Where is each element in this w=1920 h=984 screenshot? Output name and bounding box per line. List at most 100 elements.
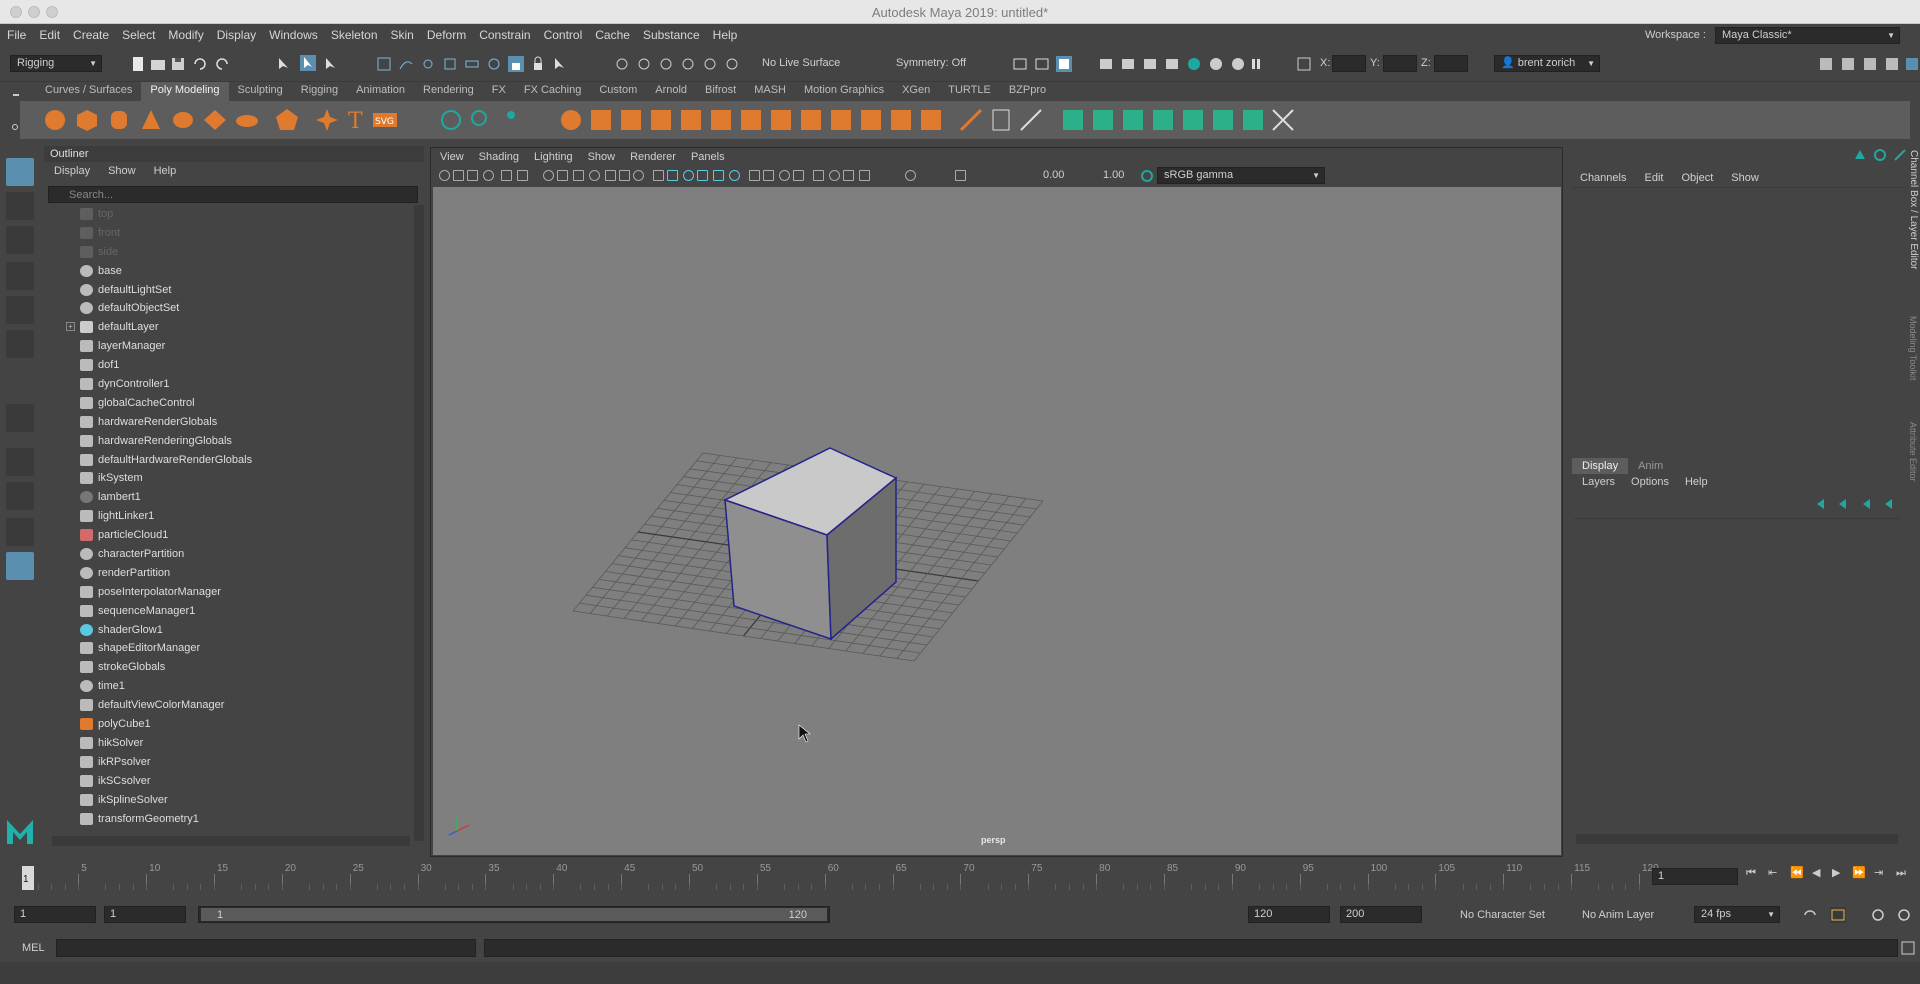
insert-edge-loop-icon[interactable] [988, 107, 1014, 133]
range-slider-handle[interactable] [201, 908, 827, 921]
uv-unfold-icon[interactable] [1180, 107, 1206, 133]
viewport-menu-renderer[interactable]: Renderer [621, 148, 682, 163]
tab-xgen[interactable]: XGen [893, 82, 939, 101]
input-field-icon[interactable] [1034, 56, 1050, 72]
x-field[interactable] [1332, 55, 1366, 72]
select-object-icon[interactable] [300, 55, 316, 71]
uv-planar-icon[interactable] [1060, 107, 1086, 133]
viewport-menu-view[interactable]: View [431, 148, 470, 163]
channel-menu-object[interactable]: Object [1671, 147, 1721, 184]
menu-help[interactable]: Help [706, 24, 744, 42]
list-item[interactable]: ikSystem [44, 469, 414, 488]
uv-automatic-icon[interactable] [1150, 107, 1176, 133]
uv-editor-icon[interactable] [1210, 107, 1236, 133]
viewport-menu-lighting[interactable]: Lighting [525, 148, 579, 163]
scale-tool-icon[interactable] [6, 330, 34, 358]
tab-sculpting[interactable]: Sculpting [229, 82, 292, 101]
super-shape-icon[interactable] [314, 107, 340, 133]
list-item[interactable]: ikSplineSolver [44, 791, 414, 810]
poly-plane-icon[interactable] [202, 107, 228, 133]
render-current-icon[interactable] [1120, 56, 1136, 72]
shelf-options[interactable] [12, 84, 20, 142]
side-tab-modeling-toolkit[interactable]: Modeling Toolkit [1908, 316, 1918, 380]
backface-culling-icon[interactable] [859, 170, 870, 181]
menu-edit[interactable]: Edit [32, 24, 66, 42]
lasso-tool-icon[interactable] [6, 192, 34, 220]
channel-box-icon[interactable] [1884, 56, 1900, 72]
x-ray-icon[interactable] [829, 170, 840, 181]
outliner-horizontal-scrollbar[interactable] [52, 836, 410, 846]
list-item[interactable]: defaultViewColorManager [44, 696, 414, 715]
safe-title-icon[interactable] [633, 170, 644, 181]
move-layer-up-icon[interactable] [1814, 496, 1830, 512]
expand-icon[interactable]: + [66, 322, 75, 332]
mirror-icon[interactable] [438, 107, 464, 133]
arnold-render-icon[interactable] [1208, 56, 1224, 72]
outliner-search-input[interactable]: Search... [48, 186, 418, 203]
save-scene-icon[interactable] [170, 56, 186, 72]
list-item[interactable]: ikSCsolver [44, 772, 414, 791]
snap-view-plane-icon[interactable] [464, 56, 480, 72]
grease-pencil-icon[interactable] [517, 170, 528, 181]
screen-space-ao-icon[interactable] [749, 170, 760, 181]
tab-bifrost[interactable]: Bifrost [696, 82, 745, 101]
menu-select[interactable]: Select [115, 24, 161, 42]
render-view-icon[interactable] [1098, 56, 1114, 72]
image-plane-icon[interactable] [483, 170, 494, 181]
list-item[interactable]: defaultObjectSet [44, 299, 414, 318]
menu-control[interactable]: Control [537, 24, 589, 42]
grid-icon[interactable] [543, 170, 554, 181]
gate-mask-icon[interactable] [589, 170, 600, 181]
list-item[interactable]: shapeEditorManager [44, 639, 414, 658]
list-item[interactable]: front [44, 224, 414, 243]
textured-icon[interactable] [697, 170, 708, 181]
select-camera-icon[interactable] [439, 170, 450, 181]
viewport-menu-panels[interactable]: Panels [682, 148, 731, 163]
pause-icon[interactable] [1248, 56, 1264, 72]
tab-poly-modeling[interactable]: Poly Modeling [141, 82, 229, 101]
go-to-end-icon[interactable]: ⏭ [1896, 867, 1918, 880]
select-tool-icon[interactable] [6, 158, 34, 186]
script-language-toggle[interactable]: MEL [22, 942, 45, 954]
range-slider[interactable]: 1 120 [198, 906, 830, 923]
transform-mode-icon[interactable] [1296, 56, 1312, 72]
attribute-editor-icon[interactable] [1840, 56, 1856, 72]
poly-sphere-icon[interactable] [42, 107, 68, 133]
magnet-icon[interactable] [702, 56, 718, 72]
lock-icon[interactable] [530, 56, 546, 72]
layer-menu-help[interactable]: Help [1675, 476, 1714, 488]
layer-menu-options[interactable]: Options [1621, 476, 1675, 488]
list-item[interactable]: hardwareRenderingGlobals [44, 432, 414, 451]
channel-menu-channels[interactable]: Channels [1570, 147, 1634, 184]
auto-key-icon[interactable] [1830, 907, 1846, 923]
y-field[interactable] [1383, 55, 1417, 72]
move-layer-down-icon[interactable] [1836, 496, 1852, 512]
step-back-key-icon[interactable]: ⏪ [1790, 866, 1812, 879]
viewport-menu-show[interactable]: Show [579, 148, 622, 163]
layer-editor-toggle-icon[interactable] [1872, 147, 1888, 163]
tab-anim-layers[interactable]: Anim [1628, 458, 1673, 474]
anim-layer-selector[interactable]: No Anim Layer [1582, 909, 1654, 921]
list-item[interactable]: lightLinker1 [44, 507, 414, 526]
tab-mash[interactable]: MASH [745, 82, 795, 101]
platonic-solid-icon[interactable] [274, 107, 300, 133]
select-component-icon[interactable] [323, 56, 339, 72]
list-item[interactable]: dof1 [44, 356, 414, 375]
exposure-value[interactable]: 0.00 [1043, 169, 1064, 181]
step-forward-key-icon[interactable]: ⏩ [1852, 866, 1874, 879]
depth-of-field-icon[interactable] [793, 170, 804, 181]
menu-modify[interactable]: Modify [161, 24, 209, 42]
tab-fx-caching[interactable]: FX Caching [515, 82, 590, 101]
time-slider[interactable]: 5 10 15 20 25 30 35 40 45 50 55 60 65 70 75 80 85 90 95 100… [14, 860, 1659, 892]
go-to-start-icon[interactable]: ⏮ [1746, 867, 1768, 880]
gamma-icon[interactable] [955, 170, 966, 181]
construction-history-icon[interactable] [636, 56, 652, 72]
list-item[interactable]: lambert1 [44, 488, 414, 507]
list-item[interactable]: dynController1 [44, 375, 414, 394]
playback-speed-icon[interactable] [1896, 907, 1912, 923]
current-time-field[interactable]: 1 [1652, 868, 1738, 885]
separate-icon[interactable] [498, 107, 524, 133]
bool-difference-icon[interactable] [618, 107, 644, 133]
render-globals-icon[interactable] [1164, 56, 1180, 72]
channel-menu-edit[interactable]: Edit [1634, 147, 1671, 184]
